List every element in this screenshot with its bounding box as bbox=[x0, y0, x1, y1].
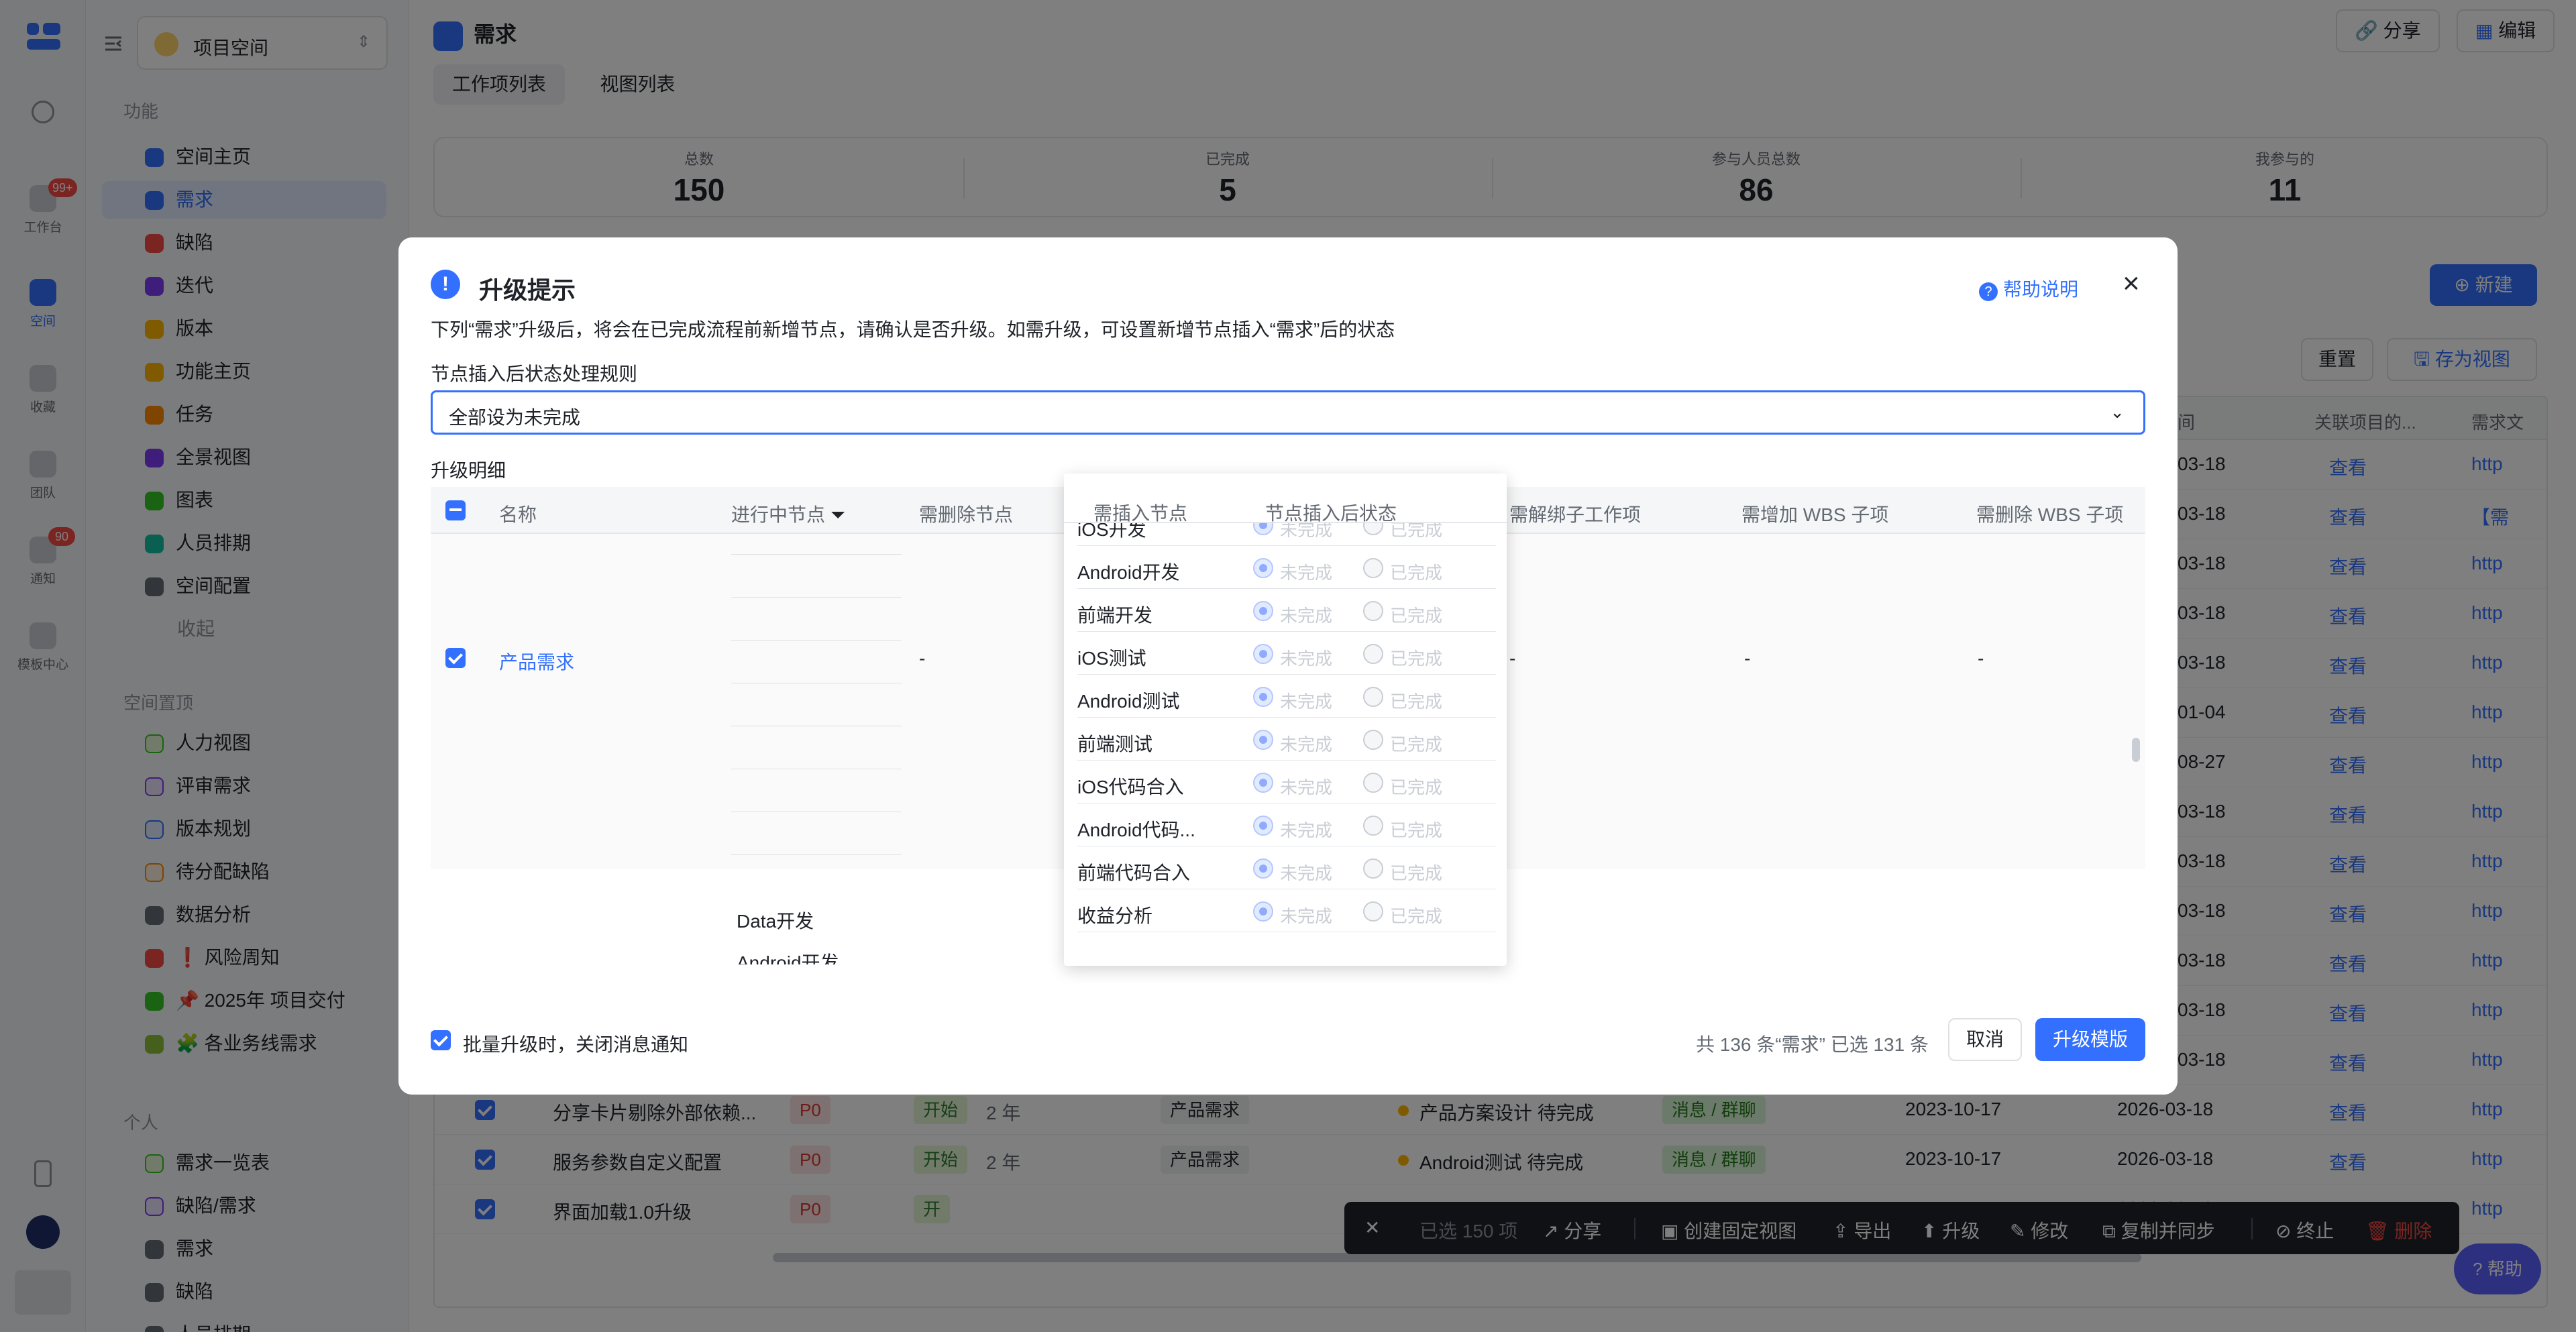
radio-label: 未完成 bbox=[1280, 906, 1333, 926]
chevron-down-icon: ⌄ bbox=[2110, 402, 2125, 422]
radio-label: 未完成 bbox=[1280, 606, 1333, 626]
radio-label: 未完成 bbox=[1280, 563, 1333, 583]
rule-select-value: 全部设为未完成 bbox=[449, 407, 581, 428]
radio-label: 未完成 bbox=[1280, 734, 1333, 755]
popover-node-row: 前端代码合入 未完成 已完成 bbox=[1077, 846, 1496, 889]
radio-incomplete[interactable] bbox=[1253, 901, 1273, 922]
radio-complete[interactable] bbox=[1363, 816, 1383, 836]
cell-value: - bbox=[919, 648, 926, 669]
cell-value: - bbox=[1744, 648, 1751, 669]
rule-label: 节点插入后状态处理规则 bbox=[431, 364, 638, 384]
filter-icon[interactable]: ⏷ bbox=[830, 504, 845, 525]
radio-incomplete[interactable] bbox=[1253, 858, 1273, 879]
radio-label: 已完成 bbox=[1390, 691, 1443, 712]
radio-complete[interactable] bbox=[1363, 644, 1383, 664]
popover-node-row: iOS测试 未完成 已完成 bbox=[1077, 632, 1496, 675]
disable-notification-checkbox[interactable] bbox=[431, 1030, 451, 1050]
radio-complete[interactable] bbox=[1363, 901, 1383, 922]
node-name: Android开发 bbox=[1077, 562, 1180, 583]
cell-value: - bbox=[1978, 648, 1984, 669]
in-progress-node: Data开发 bbox=[737, 911, 814, 932]
node-name: 前端开发 bbox=[1077, 605, 1153, 626]
column-header: 名称 bbox=[499, 504, 537, 525]
popover-column-header: 节点插入后状态 bbox=[1265, 503, 1397, 524]
radio-label: 已完成 bbox=[1390, 563, 1443, 583]
divider bbox=[731, 854, 902, 855]
radio-incomplete[interactable] bbox=[1253, 687, 1273, 707]
radio-label: 已完成 bbox=[1390, 820, 1443, 840]
close-icon[interactable]: × bbox=[2123, 267, 2140, 300]
radio-label: 已完成 bbox=[1390, 777, 1443, 797]
divider bbox=[731, 554, 902, 555]
help-doc-label: 帮助说明 bbox=[2003, 279, 2079, 300]
vertical-scrollbar[interactable] bbox=[2132, 738, 2140, 762]
rule-select[interactable]: 全部设为未完成 ⌄ bbox=[431, 390, 2145, 435]
radio-incomplete[interactable] bbox=[1253, 644, 1273, 664]
radio-complete[interactable] bbox=[1363, 773, 1383, 793]
selection-count: 共 136 条“需求” 已选 131 条 bbox=[1696, 1034, 1929, 1055]
requirement-link[interactable]: 产品需求 bbox=[499, 648, 574, 675]
help-doc-link[interactable]: ? 帮助说明 bbox=[1979, 275, 2078, 302]
radio-label: 未完成 bbox=[1280, 820, 1333, 840]
radio-label: 未完成 bbox=[1280, 777, 1333, 797]
column-header: 需删除节点 bbox=[919, 504, 1014, 525]
popover-node-row: Android测试 未完成 已完成 bbox=[1077, 675, 1496, 718]
popover-node-row: 前端开发 未完成 已完成 bbox=[1077, 589, 1496, 632]
radio-incomplete[interactable] bbox=[1253, 773, 1273, 793]
node-name: Android测试 bbox=[1077, 691, 1180, 712]
radio-label: 已完成 bbox=[1390, 606, 1443, 626]
question-icon: ? bbox=[1979, 282, 1998, 301]
radio-label: 已完成 bbox=[1390, 863, 1443, 883]
popover-node-row: Android开发 未完成 已完成 bbox=[1077, 546, 1496, 589]
cancel-button[interactable]: 取消 bbox=[1948, 1018, 2022, 1061]
radio-complete[interactable] bbox=[1363, 858, 1383, 879]
radio-incomplete[interactable] bbox=[1253, 601, 1273, 621]
dialog-description: 下列“需求”升级后，将会在已完成流程前新增节点，请确认是否升级。如需升级，可设置… bbox=[431, 319, 1395, 340]
radio-label: 未完成 bbox=[1280, 691, 1333, 712]
radio-complete[interactable] bbox=[1363, 601, 1383, 621]
radio-label: 未完成 bbox=[1280, 649, 1333, 669]
column-header: 进行中节点 ⏷ bbox=[731, 500, 845, 527]
popover-node-row: iOS代码合入 未完成 已完成 bbox=[1077, 761, 1496, 803]
node-name: 前端代码合入 bbox=[1077, 863, 1191, 883]
popover-node-row: 收益分析 未完成 已完成 bbox=[1077, 889, 1496, 932]
radio-incomplete[interactable] bbox=[1253, 816, 1273, 836]
radio-incomplete[interactable] bbox=[1253, 730, 1273, 750]
node-name: iOS代码合入 bbox=[1077, 777, 1184, 797]
disable-notification-label: 批量升级时，关闭消息通知 bbox=[463, 1034, 689, 1055]
node-name: 前端测试 bbox=[1077, 734, 1153, 755]
node-name: Android代码... bbox=[1077, 820, 1195, 840]
popover-node-row: Android代码... 未完成 已完成 bbox=[1077, 803, 1496, 846]
radio-complete[interactable] bbox=[1363, 730, 1383, 750]
popover-header: 需插入节点 节点插入后状态 bbox=[1064, 474, 1507, 524]
divider bbox=[731, 597, 902, 598]
radio-label: 已完成 bbox=[1390, 906, 1443, 926]
dialog-title: 升级提示 bbox=[479, 276, 576, 304]
column-header: 需增加 WBS 子项 bbox=[1741, 504, 1889, 525]
detail-label: 升级明细 bbox=[431, 460, 506, 481]
divider bbox=[731, 640, 902, 641]
radio-complete[interactable] bbox=[1363, 558, 1383, 578]
column-header: 需删除 WBS 子项 bbox=[1976, 504, 2124, 525]
radio-complete[interactable] bbox=[1363, 687, 1383, 707]
row-checkbox[interactable] bbox=[445, 648, 466, 668]
radio-label: 已完成 bbox=[1390, 734, 1443, 755]
radio-label: 已完成 bbox=[1390, 649, 1443, 669]
popover-column-header: 需插入节点 bbox=[1093, 503, 1188, 524]
in-progress-node: Android开发 bbox=[737, 952, 839, 964]
node-name: iOS测试 bbox=[1077, 648, 1146, 669]
cell-value: - bbox=[1509, 648, 1516, 669]
radio-incomplete[interactable] bbox=[1253, 558, 1273, 578]
popover-node-row: 前端测试 未完成 已完成 bbox=[1077, 718, 1496, 761]
column-header: 需解绑子工作项 bbox=[1509, 504, 1642, 525]
node-state-popover: iOS开发 未完成 已完成 Android开发 未完成 已完成 前端开发 未完成 已完成 iOS测… bbox=[1064, 474, 1507, 966]
warning-icon: ! bbox=[431, 270, 460, 299]
upgrade-template-button[interactable]: 升级模版 bbox=[2035, 1018, 2145, 1061]
node-name: 收益分析 bbox=[1077, 905, 1153, 926]
column-header-label: 进行中节点 bbox=[731, 504, 826, 525]
radio-label: 未完成 bbox=[1280, 863, 1333, 883]
select-all-checkbox[interactable] bbox=[445, 500, 466, 520]
